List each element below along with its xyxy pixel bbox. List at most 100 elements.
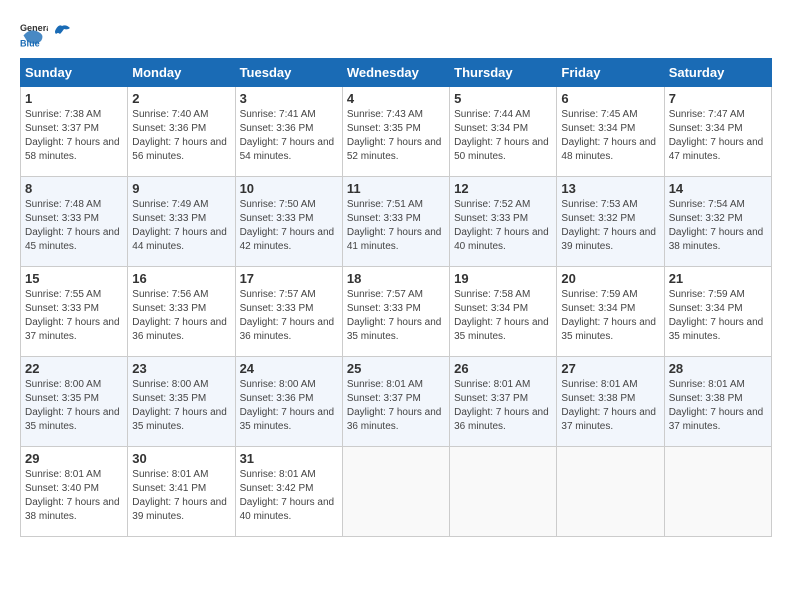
day-info: Sunrise: 7:38 AMSunset: 3:37 PMDaylight:… bbox=[25, 108, 123, 164]
table-row: 25 Sunrise: 8:01 AMSunset: 3:37 PMDayligh… bbox=[342, 357, 449, 447]
table-row: 1 Sunrise: 7:38 AMSunset: 3:37 PMDaylight… bbox=[21, 87, 128, 177]
table-row: 18 Sunrise: 7:57 AMSunset: 3:33 PMDayligh… bbox=[342, 267, 449, 357]
table-row: 6Sunrise: 7:45 AMSunset: 3:34 PMDaylight… bbox=[557, 87, 664, 177]
day-info: Sunrise: 7:54 AMSunset: 3:32 PMDaylight:… bbox=[669, 198, 767, 254]
table-row: 15 Sunrise: 7:55 AMSunset: 3:33 PMDayligh… bbox=[21, 267, 128, 357]
day-number: 15 bbox=[25, 271, 123, 286]
day-number: 5 bbox=[454, 91, 552, 106]
day-number: 4 bbox=[347, 91, 445, 106]
table-row: 30 Sunrise: 8:01 AMSunset: 3:41 PMDayligh… bbox=[128, 447, 235, 537]
day-number: 27 bbox=[561, 361, 659, 376]
day-number: 10 bbox=[240, 181, 338, 196]
calendar-week-row: 8Sunrise: 7:48 AMSunset: 3:33 PMDaylight… bbox=[21, 177, 772, 267]
day-info: Sunrise: 8:00 AMSunset: 3:35 PMDaylight:… bbox=[132, 378, 230, 434]
day-info: Sunrise: 7:57 AMSunset: 3:33 PMDaylight:… bbox=[240, 288, 338, 344]
calendar-week-row: 15 Sunrise: 7:55 AMSunset: 3:33 PMDayligh… bbox=[21, 267, 772, 357]
day-info: Sunrise: 7:41 AMSunset: 3:36 PMDaylight:… bbox=[240, 108, 338, 164]
calendar-week-row: 1 Sunrise: 7:38 AMSunset: 3:37 PMDaylight… bbox=[21, 87, 772, 177]
table-row: 24 Sunrise: 8:00 AMSunset: 3:36 PMDayligh… bbox=[235, 357, 342, 447]
day-info: Sunrise: 7:59 AMSunset: 3:34 PMDaylight:… bbox=[561, 288, 659, 344]
day-number: 1 bbox=[25, 91, 123, 106]
day-info: Sunrise: 7:59 AMSunset: 3:34 PMDaylight:… bbox=[669, 288, 767, 344]
day-info: Sunrise: 8:00 AMSunset: 3:36 PMDaylight:… bbox=[240, 378, 338, 434]
table-row bbox=[450, 447, 557, 537]
table-row: 27 Sunrise: 8:01 AMSunset: 3:38 PMDayligh… bbox=[557, 357, 664, 447]
table-row: 19 Sunrise: 7:58 AMSunset: 3:34 PMDayligh… bbox=[450, 267, 557, 357]
table-row: 3 Sunrise: 7:41 AMSunset: 3:36 PMDaylight… bbox=[235, 87, 342, 177]
table-row: 4 Sunrise: 7:43 AMSunset: 3:35 PMDaylight… bbox=[342, 87, 449, 177]
day-info: Sunrise: 7:52 AMSunset: 3:33 PMDaylight:… bbox=[454, 198, 552, 254]
day-info: Sunrise: 7:58 AMSunset: 3:34 PMDaylight:… bbox=[454, 288, 552, 344]
day-number: 11 bbox=[347, 181, 445, 196]
table-row: 22 Sunrise: 8:00 AMSunset: 3:35 PMDayligh… bbox=[21, 357, 128, 447]
day-info: Sunrise: 8:01 AMSunset: 3:40 PMDaylight:… bbox=[25, 468, 123, 524]
day-info: Sunrise: 7:53 AMSunset: 3:32 PMDaylight:… bbox=[561, 198, 659, 254]
table-row: 26 Sunrise: 8:01 AMSunset: 3:37 PMDayligh… bbox=[450, 357, 557, 447]
header-friday: Friday bbox=[557, 59, 664, 87]
logo: General Blue bbox=[20, 20, 74, 48]
table-row: 9Sunrise: 7:49 AMSunset: 3:33 PMDaylight… bbox=[128, 177, 235, 267]
day-number: 3 bbox=[240, 91, 338, 106]
table-row: 23 Sunrise: 8:00 AMSunset: 3:35 PMDayligh… bbox=[128, 357, 235, 447]
day-info: Sunrise: 7:40 AMSunset: 3:36 PMDaylight:… bbox=[132, 108, 230, 164]
day-info: Sunrise: 7:50 AMSunset: 3:33 PMDaylight:… bbox=[240, 198, 338, 254]
table-row bbox=[557, 447, 664, 537]
day-number: 22 bbox=[25, 361, 123, 376]
logo-icon: General Blue bbox=[20, 20, 48, 48]
day-info: Sunrise: 8:01 AMSunset: 3:37 PMDaylight:… bbox=[347, 378, 445, 434]
day-number: 24 bbox=[240, 361, 338, 376]
day-number: 14 bbox=[669, 181, 767, 196]
day-info: Sunrise: 8:01 AMSunset: 3:38 PMDaylight:… bbox=[561, 378, 659, 434]
day-number: 20 bbox=[561, 271, 659, 286]
day-number: 21 bbox=[669, 271, 767, 286]
table-row: 29 Sunrise: 8:01 AMSunset: 3:40 PMDayligh… bbox=[21, 447, 128, 537]
table-row: 31Sunrise: 8:01 AMSunset: 3:42 PMDayligh… bbox=[235, 447, 342, 537]
table-row: 14 Sunrise: 7:54 AMSunset: 3:32 PMDayligh… bbox=[664, 177, 771, 267]
day-info: Sunrise: 8:00 AMSunset: 3:35 PMDaylight:… bbox=[25, 378, 123, 434]
table-row: 20 Sunrise: 7:59 AMSunset: 3:34 PMDayligh… bbox=[557, 267, 664, 357]
table-row: 8Sunrise: 7:48 AMSunset: 3:33 PMDaylight… bbox=[21, 177, 128, 267]
day-number: 19 bbox=[454, 271, 552, 286]
day-number: 9 bbox=[132, 181, 230, 196]
header-wednesday: Wednesday bbox=[342, 59, 449, 87]
day-info: Sunrise: 7:55 AMSunset: 3:33 PMDaylight:… bbox=[25, 288, 123, 344]
day-number: 30 bbox=[132, 451, 230, 466]
table-row: 13 Sunrise: 7:53 AMSunset: 3:32 PMDayligh… bbox=[557, 177, 664, 267]
table-row: 16 Sunrise: 7:56 AMSunset: 3:33 PMDayligh… bbox=[128, 267, 235, 357]
table-row: 10 Sunrise: 7:50 AMSunset: 3:33 PMDayligh… bbox=[235, 177, 342, 267]
day-number: 29 bbox=[25, 451, 123, 466]
day-info: Sunrise: 7:44 AMSunset: 3:34 PMDaylight:… bbox=[454, 108, 552, 164]
day-number: 12 bbox=[454, 181, 552, 196]
table-row bbox=[342, 447, 449, 537]
day-info: Sunrise: 8:01 AMSunset: 3:41 PMDaylight:… bbox=[132, 468, 230, 524]
day-number: 28 bbox=[669, 361, 767, 376]
table-row: 11Sunrise: 7:51 AMSunset: 3:33 PMDayligh… bbox=[342, 177, 449, 267]
table-row: 28Sunrise: 8:01 AMSunset: 3:38 PMDayligh… bbox=[664, 357, 771, 447]
day-info: Sunrise: 8:01 AMSunset: 3:37 PMDaylight:… bbox=[454, 378, 552, 434]
day-number: 13 bbox=[561, 181, 659, 196]
day-number: 26 bbox=[454, 361, 552, 376]
calendar-week-row: 29 Sunrise: 8:01 AMSunset: 3:40 PMDayligh… bbox=[21, 447, 772, 537]
header-thursday: Thursday bbox=[450, 59, 557, 87]
day-info: Sunrise: 7:43 AMSunset: 3:35 PMDaylight:… bbox=[347, 108, 445, 164]
day-number: 18 bbox=[347, 271, 445, 286]
day-info: Sunrise: 8:01 AMSunset: 3:42 PMDaylight:… bbox=[240, 468, 338, 524]
table-row: 21 Sunrise: 7:59 AMSunset: 3:34 PMDayligh… bbox=[664, 267, 771, 357]
header: General Blue bbox=[20, 20, 772, 48]
header-saturday: Saturday bbox=[664, 59, 771, 87]
table-row: 2 Sunrise: 7:40 AMSunset: 3:36 PMDaylight… bbox=[128, 87, 235, 177]
day-info: Sunrise: 7:47 AMSunset: 3:34 PMDaylight:… bbox=[669, 108, 767, 164]
svg-text:Blue: Blue bbox=[20, 39, 40, 48]
calendar-week-row: 22 Sunrise: 8:00 AMSunset: 3:35 PMDayligh… bbox=[21, 357, 772, 447]
day-info: Sunrise: 7:57 AMSunset: 3:33 PMDaylight:… bbox=[347, 288, 445, 344]
day-number: 25 bbox=[347, 361, 445, 376]
day-info: Sunrise: 7:56 AMSunset: 3:33 PMDaylight:… bbox=[132, 288, 230, 344]
logo-bird-icon bbox=[52, 24, 72, 44]
day-number: 16 bbox=[132, 271, 230, 286]
day-info: Sunrise: 7:45 AMSunset: 3:34 PMDaylight:… bbox=[561, 108, 659, 164]
day-number: 2 bbox=[132, 91, 230, 106]
day-number: 23 bbox=[132, 361, 230, 376]
day-number: 17 bbox=[240, 271, 338, 286]
table-row: 7Sunrise: 7:47 AMSunset: 3:34 PMDaylight… bbox=[664, 87, 771, 177]
day-number: 8 bbox=[25, 181, 123, 196]
